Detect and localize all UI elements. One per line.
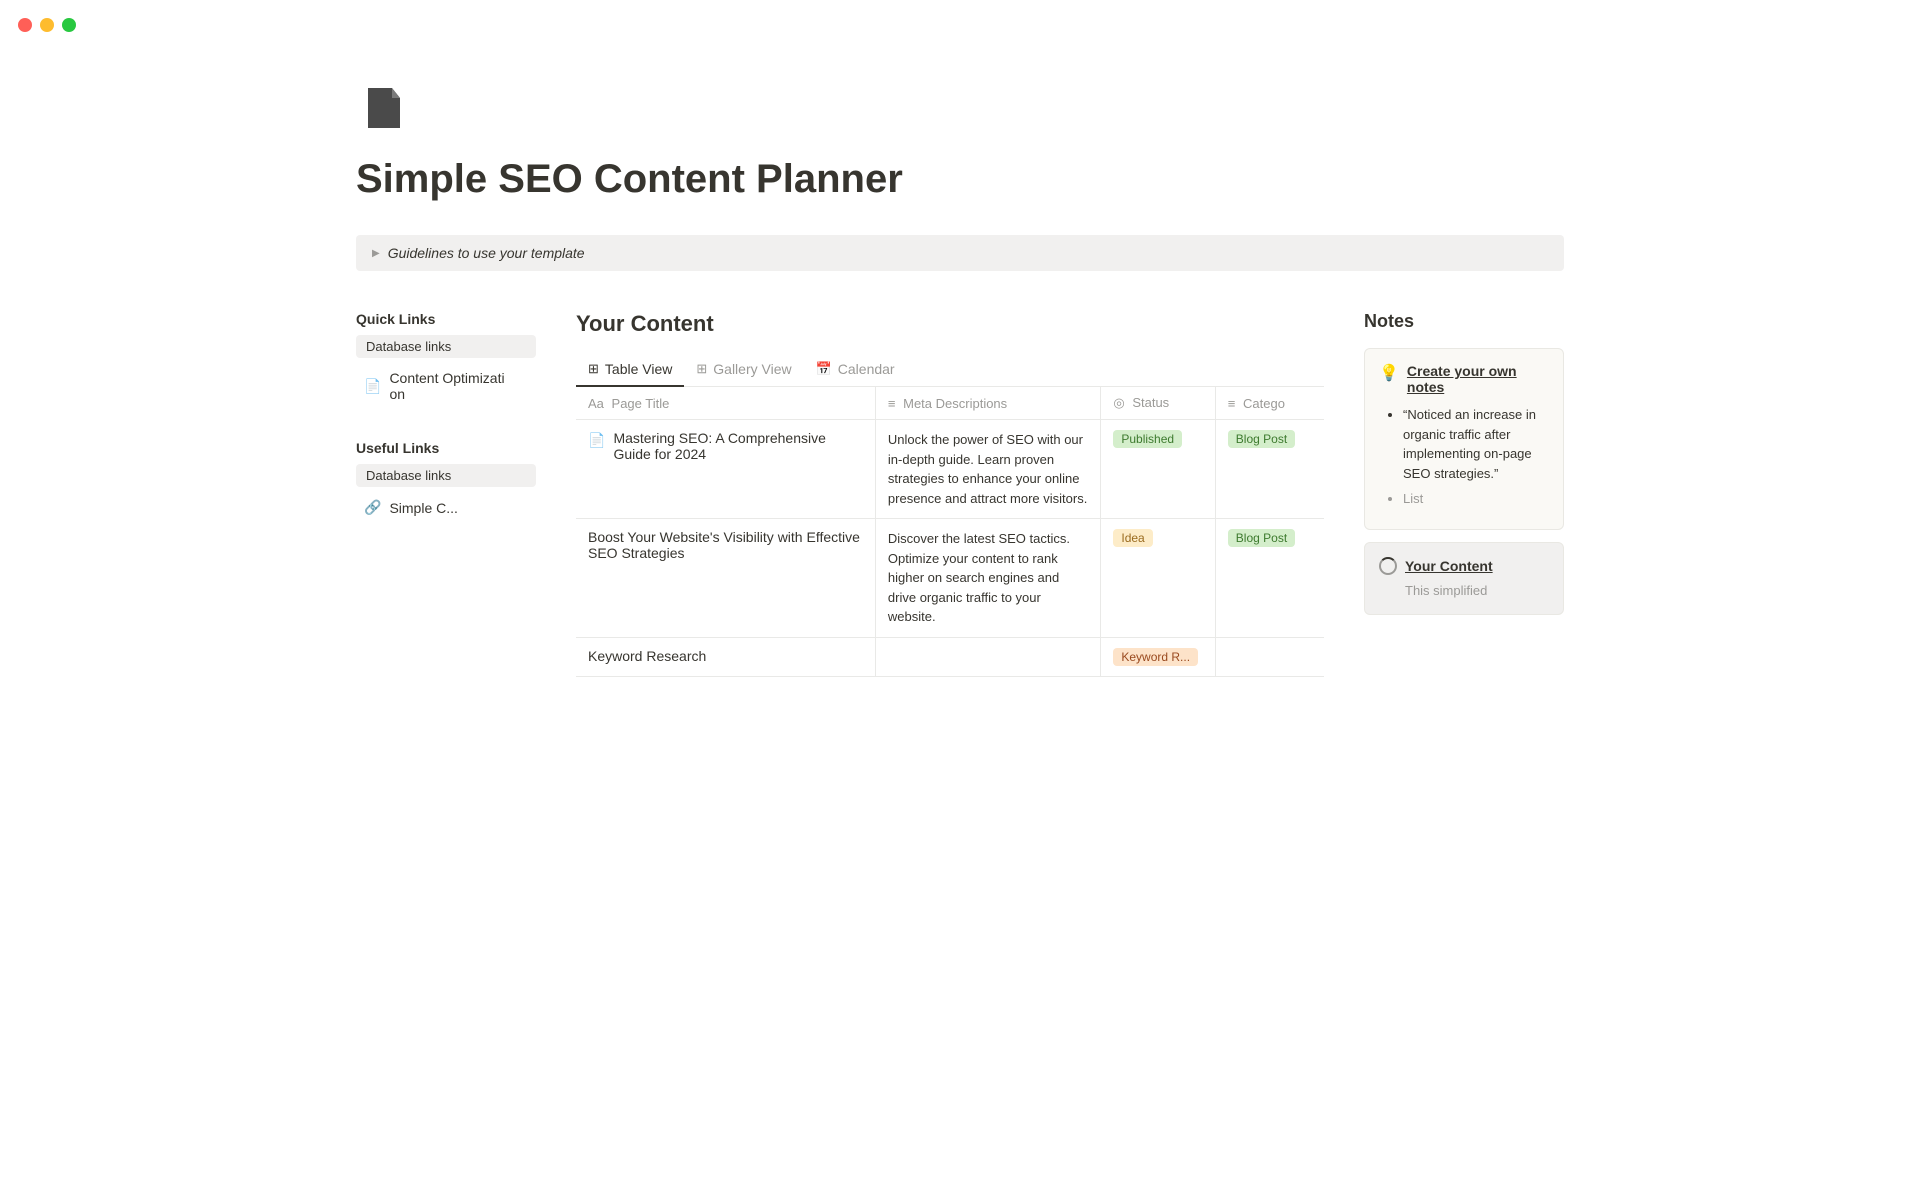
note-card-body-1: “Noticed an increase in organic traffic …: [1379, 405, 1549, 509]
category-badge-2: Blog Post: [1228, 529, 1295, 547]
note-card-db: Your Content This simplified: [1364, 542, 1564, 616]
cell-category-1[interactable]: Blog Post: [1215, 420, 1324, 519]
cell-status-2[interactable]: Idea: [1101, 519, 1215, 638]
table-row[interactable]: 📄 Mastering SEO: A Comprehensive Guide f…: [576, 420, 1324, 519]
toggle-arrow: ▶: [372, 248, 380, 259]
row-3-title: Keyword Research: [588, 648, 706, 664]
tab-table-view[interactable]: ⊞ Table View: [576, 353, 684, 387]
cell-status-3[interactable]: Keyword R...: [1101, 637, 1215, 676]
col-header-meta: ≡ Meta Descriptions: [875, 387, 1100, 420]
minimize-button[interactable]: [40, 18, 54, 32]
cell-category-3[interactable]: [1215, 637, 1324, 676]
sidebar-link-label-2: Simple C...: [389, 500, 457, 516]
content-table: Aa Page Title ≡ Meta Descriptions ◎ Stat…: [576, 387, 1324, 677]
row-1-meta: Unlock the power of SEO with our in-dept…: [888, 432, 1087, 506]
category-badge-1: Blog Post: [1228, 430, 1295, 448]
tab-calendar[interactable]: 📅 Calendar: [804, 353, 907, 387]
cell-title-1[interactable]: 📄 Mastering SEO: A Comprehensive Guide f…: [576, 420, 875, 519]
table-row[interactable]: Boost Your Website's Visibility with Eff…: [576, 519, 1324, 638]
note-bullet-1: “Noticed an increase in organic traffic …: [1403, 405, 1549, 483]
bulb-icon: 💡: [1379, 363, 1399, 383]
status-badge-2: Idea: [1113, 529, 1152, 547]
doc-icon-1: 📄: [588, 432, 605, 449]
lines-icon: ≡: [888, 396, 896, 411]
guidelines-toggle[interactable]: ▶ Guidelines to use your template: [356, 235, 1564, 271]
close-button[interactable]: [18, 18, 32, 32]
spinner-icon: [1379, 557, 1397, 575]
cell-title-2[interactable]: Boost Your Website's Visibility with Eff…: [576, 519, 875, 638]
col-header-category: ≡ Catego: [1215, 387, 1324, 420]
tab-table-label: Table View: [605, 361, 672, 377]
cell-title-3[interactable]: Keyword Research: [576, 637, 875, 676]
link-icon: 🔗: [364, 499, 381, 516]
notes-panel: Notes 💡 Create your own notes “Noticed a…: [1364, 311, 1564, 615]
col-header-status: ◎ Status: [1101, 387, 1215, 420]
sidebar-item-simple-c[interactable]: 🔗 Simple C...: [356, 493, 536, 522]
status-badge-3: Keyword R...: [1113, 648, 1198, 666]
sidebar: Quick Links Database links 📄 Content Opt…: [356, 311, 536, 530]
tab-calendar-label: Calendar: [838, 361, 895, 377]
calendar-icon: 📅: [816, 361, 832, 377]
cell-meta-3: [875, 637, 1100, 676]
category-lines-icon: ≡: [1228, 396, 1236, 411]
table-row[interactable]: Keyword Research Keyword R...: [576, 637, 1324, 676]
row-2-meta: Discover the latest SEO tactics. Optimiz…: [888, 531, 1070, 624]
maximize-button[interactable]: [62, 18, 76, 32]
view-tabs: ⊞ Table View ⊞ Gallery View 📅 Calendar: [576, 353, 1324, 387]
notes-title: Notes: [1364, 311, 1564, 332]
page-icon: [356, 80, 1564, 139]
status-badge-1: Published: [1113, 430, 1182, 448]
gallery-icon: ⊞: [696, 361, 707, 377]
sidebar-link-label: Content Optimization: [389, 370, 504, 402]
cell-status-1[interactable]: Published: [1101, 420, 1215, 519]
useful-links-title: Useful Links: [356, 440, 536, 456]
useful-links-badge[interactable]: Database links: [356, 464, 536, 487]
note-card-title-1[interactable]: Create your own notes: [1407, 363, 1549, 395]
quick-links-badge[interactable]: Database links: [356, 335, 536, 358]
guidelines-label: Guidelines to use your template: [388, 245, 585, 261]
traffic-lights: [18, 18, 76, 32]
note-card-title-2[interactable]: Your Content: [1405, 558, 1493, 574]
note-card-body-2: This simplified: [1379, 581, 1549, 601]
sidebar-item-content-optimization[interactable]: 📄 Content Optimization: [356, 364, 536, 408]
cell-meta-1: Unlock the power of SEO with our in-dept…: [875, 420, 1100, 519]
content-section-title: Your Content: [576, 311, 1324, 337]
cell-category-2[interactable]: Blog Post: [1215, 519, 1324, 638]
cell-meta-2: Discover the latest SEO tactics. Optimiz…: [875, 519, 1100, 638]
circle-icon: ◎: [1113, 395, 1124, 410]
row-1-title: Mastering SEO: A Comprehensive Guide for…: [613, 430, 862, 462]
note-card-tip: 💡 Create your own notes “Noticed an incr…: [1364, 348, 1564, 530]
col-header-title: Aa Page Title: [576, 387, 875, 420]
tab-gallery-label: Gallery View: [713, 361, 791, 377]
row-2-title: Boost Your Website's Visibility with Eff…: [588, 529, 863, 561]
table-icon: ⊞: [588, 361, 599, 377]
tab-gallery-view[interactable]: ⊞ Gallery View: [684, 353, 803, 387]
page-title: Simple SEO Content Planner: [356, 155, 1564, 203]
quick-links-title: Quick Links: [356, 311, 536, 327]
document-icon: 📄: [364, 378, 381, 395]
note-bullet-2: List: [1403, 489, 1549, 509]
content-area: Your Content ⊞ Table View ⊞ Gallery View…: [576, 311, 1324, 677]
aa-icon: Aa: [588, 396, 604, 411]
